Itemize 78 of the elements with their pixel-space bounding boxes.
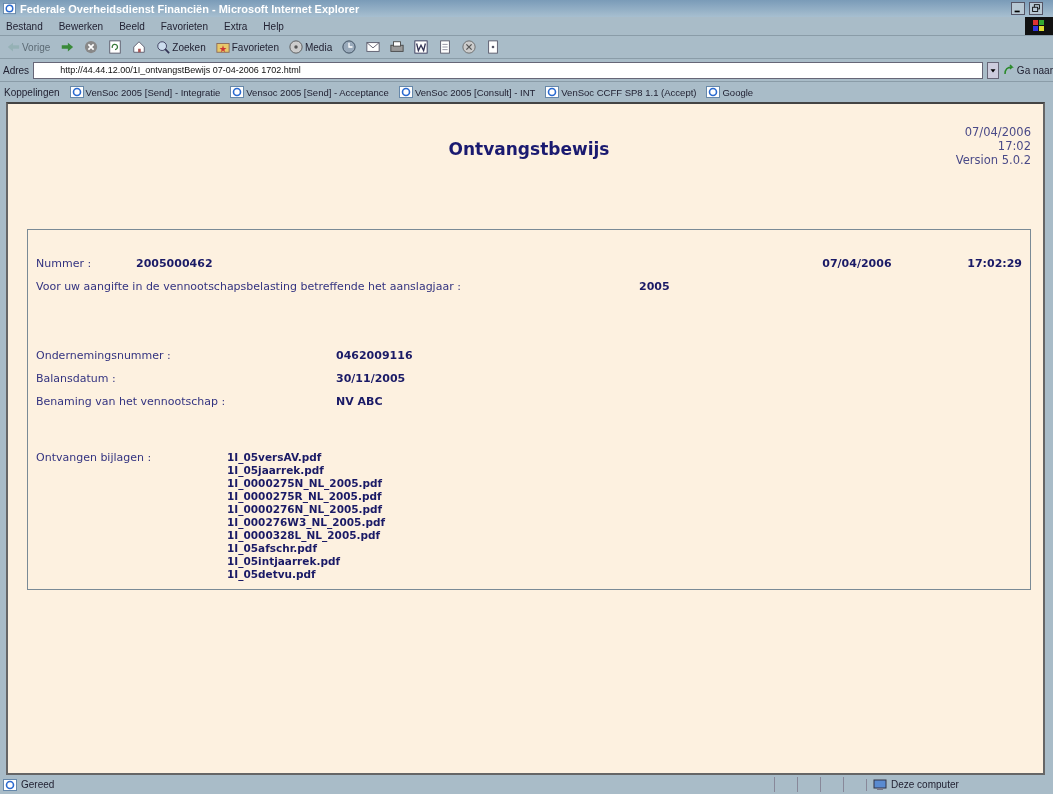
page-icon xyxy=(486,40,501,54)
search-button[interactable]: Zoeken xyxy=(154,40,208,54)
field-value: NV ABC xyxy=(336,395,383,408)
header-info: 07/04/2006 xyxy=(964,125,1031,139)
messenger-button[interactable] xyxy=(460,40,479,54)
history-icon xyxy=(342,40,357,54)
file-name: 1I_05versAV.pdf xyxy=(227,451,323,464)
link-button[interactable]: Google xyxy=(706,86,754,98)
menu-item[interactable]: Help xyxy=(255,20,292,32)
file-name: 1I_0000275R_NL_2005.pdf xyxy=(227,490,383,503)
stop-icon xyxy=(84,40,99,54)
links-label: Koppelingen xyxy=(4,86,60,98)
header-info: 17:02 xyxy=(997,139,1031,153)
menu-item[interactable]: Extra xyxy=(216,20,256,32)
file-name: 1I_05jaarrek.pdf xyxy=(227,464,325,477)
ie-page-icon xyxy=(706,86,721,98)
field-label: Benaming van het vennootschap : xyxy=(36,395,227,408)
notepad-icon xyxy=(438,40,453,54)
menu-item[interactable]: Bewerken xyxy=(50,20,112,32)
file-name: 1I_000276W3_NL_2005.pdf xyxy=(227,516,385,529)
favorites-button[interactable]: Favorieten xyxy=(213,40,281,54)
word-button[interactable] xyxy=(412,40,431,54)
menu-item[interactable]: Bestand xyxy=(0,20,51,32)
print-button[interactable] xyxy=(388,40,407,54)
ie-page-icon xyxy=(69,86,84,98)
restore-icon[interactable] xyxy=(1029,2,1043,15)
address-label: Adres xyxy=(3,64,30,76)
document-w-icon xyxy=(414,40,429,54)
ie-page-icon xyxy=(545,86,560,98)
field-value: 2005000462 xyxy=(136,257,214,270)
file-name: 1I_0000275N_NL_2005.pdf xyxy=(227,477,384,490)
field-label: Ondernemingsnummer : xyxy=(36,349,172,362)
window-title: Federale Overheidsdienst Financiën - Microsoft Internet Explorer xyxy=(20,2,361,15)
field-label: Nummer : xyxy=(36,257,93,270)
link-button[interactable]: Vensoc 2005 [Send] - Acceptance xyxy=(230,86,389,98)
media-button[interactable]: Media xyxy=(286,40,335,54)
date-value: 07/04/2006 xyxy=(822,257,893,270)
mail-button[interactable] xyxy=(364,40,383,54)
windows-logo-icon xyxy=(1025,17,1053,35)
go-arrow-icon xyxy=(1002,64,1015,76)
field-label: Balansdatum : xyxy=(36,372,117,385)
link-button[interactable]: VenSoc 2005 [Consult] - INT xyxy=(398,86,536,98)
printer-icon xyxy=(390,40,405,54)
go-button[interactable]: Ga naar xyxy=(1002,64,1053,76)
zone-text: Deze computer xyxy=(891,779,959,790)
messenger-icon xyxy=(462,40,477,54)
computer-icon xyxy=(873,778,887,791)
ie-page-icon xyxy=(398,86,413,98)
file-name: 1I_0000276N_NL_2005.pdf xyxy=(227,503,384,516)
minimize-icon[interactable] xyxy=(1011,2,1025,15)
ie-page-icon xyxy=(3,778,17,791)
field-value: 0462009116 xyxy=(336,349,413,362)
media-icon xyxy=(288,40,303,54)
file-name: 1I_0000328L_NL_2005.pdf xyxy=(227,529,382,542)
home-icon xyxy=(132,40,147,54)
field-value: 2005 xyxy=(639,280,670,293)
time-value: 17:02:29 xyxy=(967,257,1022,270)
ie-page-icon xyxy=(230,86,245,98)
ie-page-icon xyxy=(3,2,16,15)
page-title: Ontvangstbewijs xyxy=(448,138,610,161)
status-text: Gereed xyxy=(21,779,56,790)
file-name: 1I_05afschr.pdf xyxy=(227,542,319,555)
history-button[interactable] xyxy=(340,40,359,54)
field-label: Ontvangen bijlagen : xyxy=(36,451,153,464)
forward-arrow-icon xyxy=(60,40,75,54)
menu-item[interactable]: Favorieten xyxy=(152,20,216,32)
menu-item[interactable]: Beeld xyxy=(111,20,153,32)
file-name: 1I_05intjaarrek.pdf xyxy=(227,555,342,568)
link-button[interactable]: VenSoc 2005 [Send] - Integratie xyxy=(69,86,221,98)
link-button[interactable]: VenSoc CCFF SP8 1.1 (Accept) xyxy=(545,86,697,98)
header-info: Version 5.0.2 xyxy=(955,153,1031,167)
magnifier-icon xyxy=(156,40,171,54)
address-field[interactable]: http://44.44.12.00/1I_ontvangstBewijs 07-04-2006 1702.html xyxy=(33,61,983,79)
file-name: 1I_05detvu.pdf xyxy=(227,568,317,581)
refresh-icon xyxy=(108,40,123,54)
field-value: 30/11/2005 xyxy=(336,372,406,385)
field-label: Voor uw aangifte in de vennootschapsbelasting betreffende het aanslagjaar : xyxy=(36,280,462,293)
mail-icon xyxy=(366,40,381,54)
